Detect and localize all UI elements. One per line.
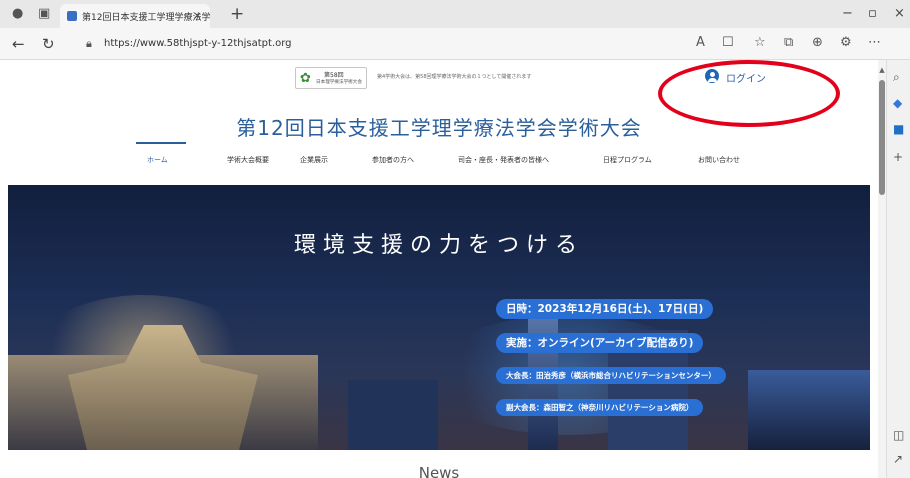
close-window-button[interactable]: ×: [894, 6, 905, 21]
add-app-icon[interactable]: +: [893, 150, 903, 164]
nav-item-overview[interactable]: 学術大会概要: [227, 155, 269, 165]
refresh-icon[interactable]: ↻: [42, 35, 55, 53]
site-title: 第12回日本支援工学理学療法学会学術大会: [236, 116, 642, 140]
tab-title: 第12回日本支援工学理学療法学会: [82, 13, 210, 23]
nav-item-program[interactable]: 日程プログラム: [603, 155, 652, 165]
split-screen-icon[interactable]: ⧉: [784, 35, 793, 50]
tab-actions-icon[interactable]: ▣: [38, 6, 50, 21]
favorites-icon[interactable]: ☆: [754, 35, 766, 50]
nav-item-exhibition[interactable]: 企業展示: [300, 155, 328, 165]
hero-banner: 環境支援の力をつける 日時：2023年12月16日(土)、17日(日) 実施：オ…: [8, 185, 870, 450]
new-tab-button[interactable]: +: [230, 4, 244, 24]
event-format-badge: 実施：オンライン(アーカイブ配信あり): [496, 333, 704, 353]
shopping-icon[interactable]: ◆: [893, 96, 902, 110]
nav-item-contact[interactable]: お問い合わせ: [698, 155, 740, 165]
logo-line1: 第58回: [324, 72, 344, 79]
nav-item-participants[interactable]: 参加者の方へ: [372, 155, 414, 165]
minimize-button[interactable]: −: [842, 6, 853, 21]
president-badge: 大会長：田治秀彦（横浜市総合リハビリテーションセンター）: [496, 367, 726, 384]
address-bar: ← ↻ 🔒︎ https://www.58thjspt-y-12thjsatpt…: [0, 28, 910, 60]
browser-tab-bar: ● ▣ 第12回日本支援工学理学療法学会 × + − ▫ ×: [0, 0, 910, 28]
url-field[interactable]: 🔒︎ https://www.58thjspt-y-12thjsatpt.org: [78, 33, 598, 55]
building: [748, 370, 870, 450]
collections-icon[interactable]: ⊕: [812, 35, 823, 50]
news-heading: News: [418, 464, 460, 478]
browser-tab[interactable]: 第12回日本支援工学理学療法学会 ×: [60, 4, 210, 28]
global-nav: ホーム 学術大会概要 企業展示 参加者の方へ 司会・座長・発表者の皆様へ 日程プ…: [0, 155, 878, 175]
nav-item-home[interactable]: ホーム: [147, 155, 168, 165]
logo-line2: 日本理学療法学術大会: [316, 80, 362, 85]
browser-sidebar: ⌕ ◆ ■ + ◫ ↗: [886, 60, 910, 478]
tab-close-icon[interactable]: ×: [193, 9, 202, 22]
sidebar-toggle-icon[interactable]: ◫: [893, 428, 904, 442]
external-link-icon[interactable]: ↗: [893, 452, 903, 466]
extensions-icon[interactable]: ⚙: [840, 35, 852, 50]
profile-icon[interactable]: ●: [12, 6, 23, 21]
org-logo[interactable]: ✿ 第58回 日本理学療法学術大会: [295, 67, 367, 89]
nav-item-presenters[interactable]: 司会・座長・発表者の皆様へ: [458, 155, 549, 165]
nav-active-underline: [136, 142, 186, 144]
page-scrollbar[interactable]: ▲: [878, 60, 886, 478]
lock-icon: 🔒︎: [86, 37, 92, 50]
restore-button[interactable]: ▫: [868, 6, 877, 21]
site-favicon-icon: [67, 11, 77, 21]
url-text: https://www.58thjspt-y-12thjsatpt.org: [104, 38, 292, 49]
vice-president-badge: 副大会長：森田智之（神奈川リハビリテーション病院）: [496, 399, 704, 416]
search-icon[interactable]: ⌕: [893, 70, 900, 85]
scroll-thumb[interactable]: [879, 80, 885, 195]
read-aloud-icon[interactable]: A: [696, 35, 705, 50]
more-menu-icon[interactable]: ⋯: [868, 35, 881, 50]
logo-mark-icon: ✿: [300, 71, 311, 86]
hero-tagline: 環境支援の力をつける: [293, 233, 584, 258]
building: [348, 380, 438, 450]
back-icon[interactable]: ←: [12, 35, 25, 53]
outlook-icon[interactable]: ■: [893, 122, 904, 136]
event-date-badge: 日時：2023年12月16日(土)、17日(日): [496, 299, 714, 319]
scroll-up-icon[interactable]: ▲: [878, 66, 886, 74]
web-page: ✿ 第58回 日本理学療法学術大会 第4学術大会は、第58回理学療法学術大会の１…: [0, 60, 878, 478]
header-notice: 第4学術大会は、第58回理学療法学術大会の１つとして開催されます: [377, 74, 532, 80]
immersive-reader-icon[interactable]: ☐: [722, 35, 734, 50]
